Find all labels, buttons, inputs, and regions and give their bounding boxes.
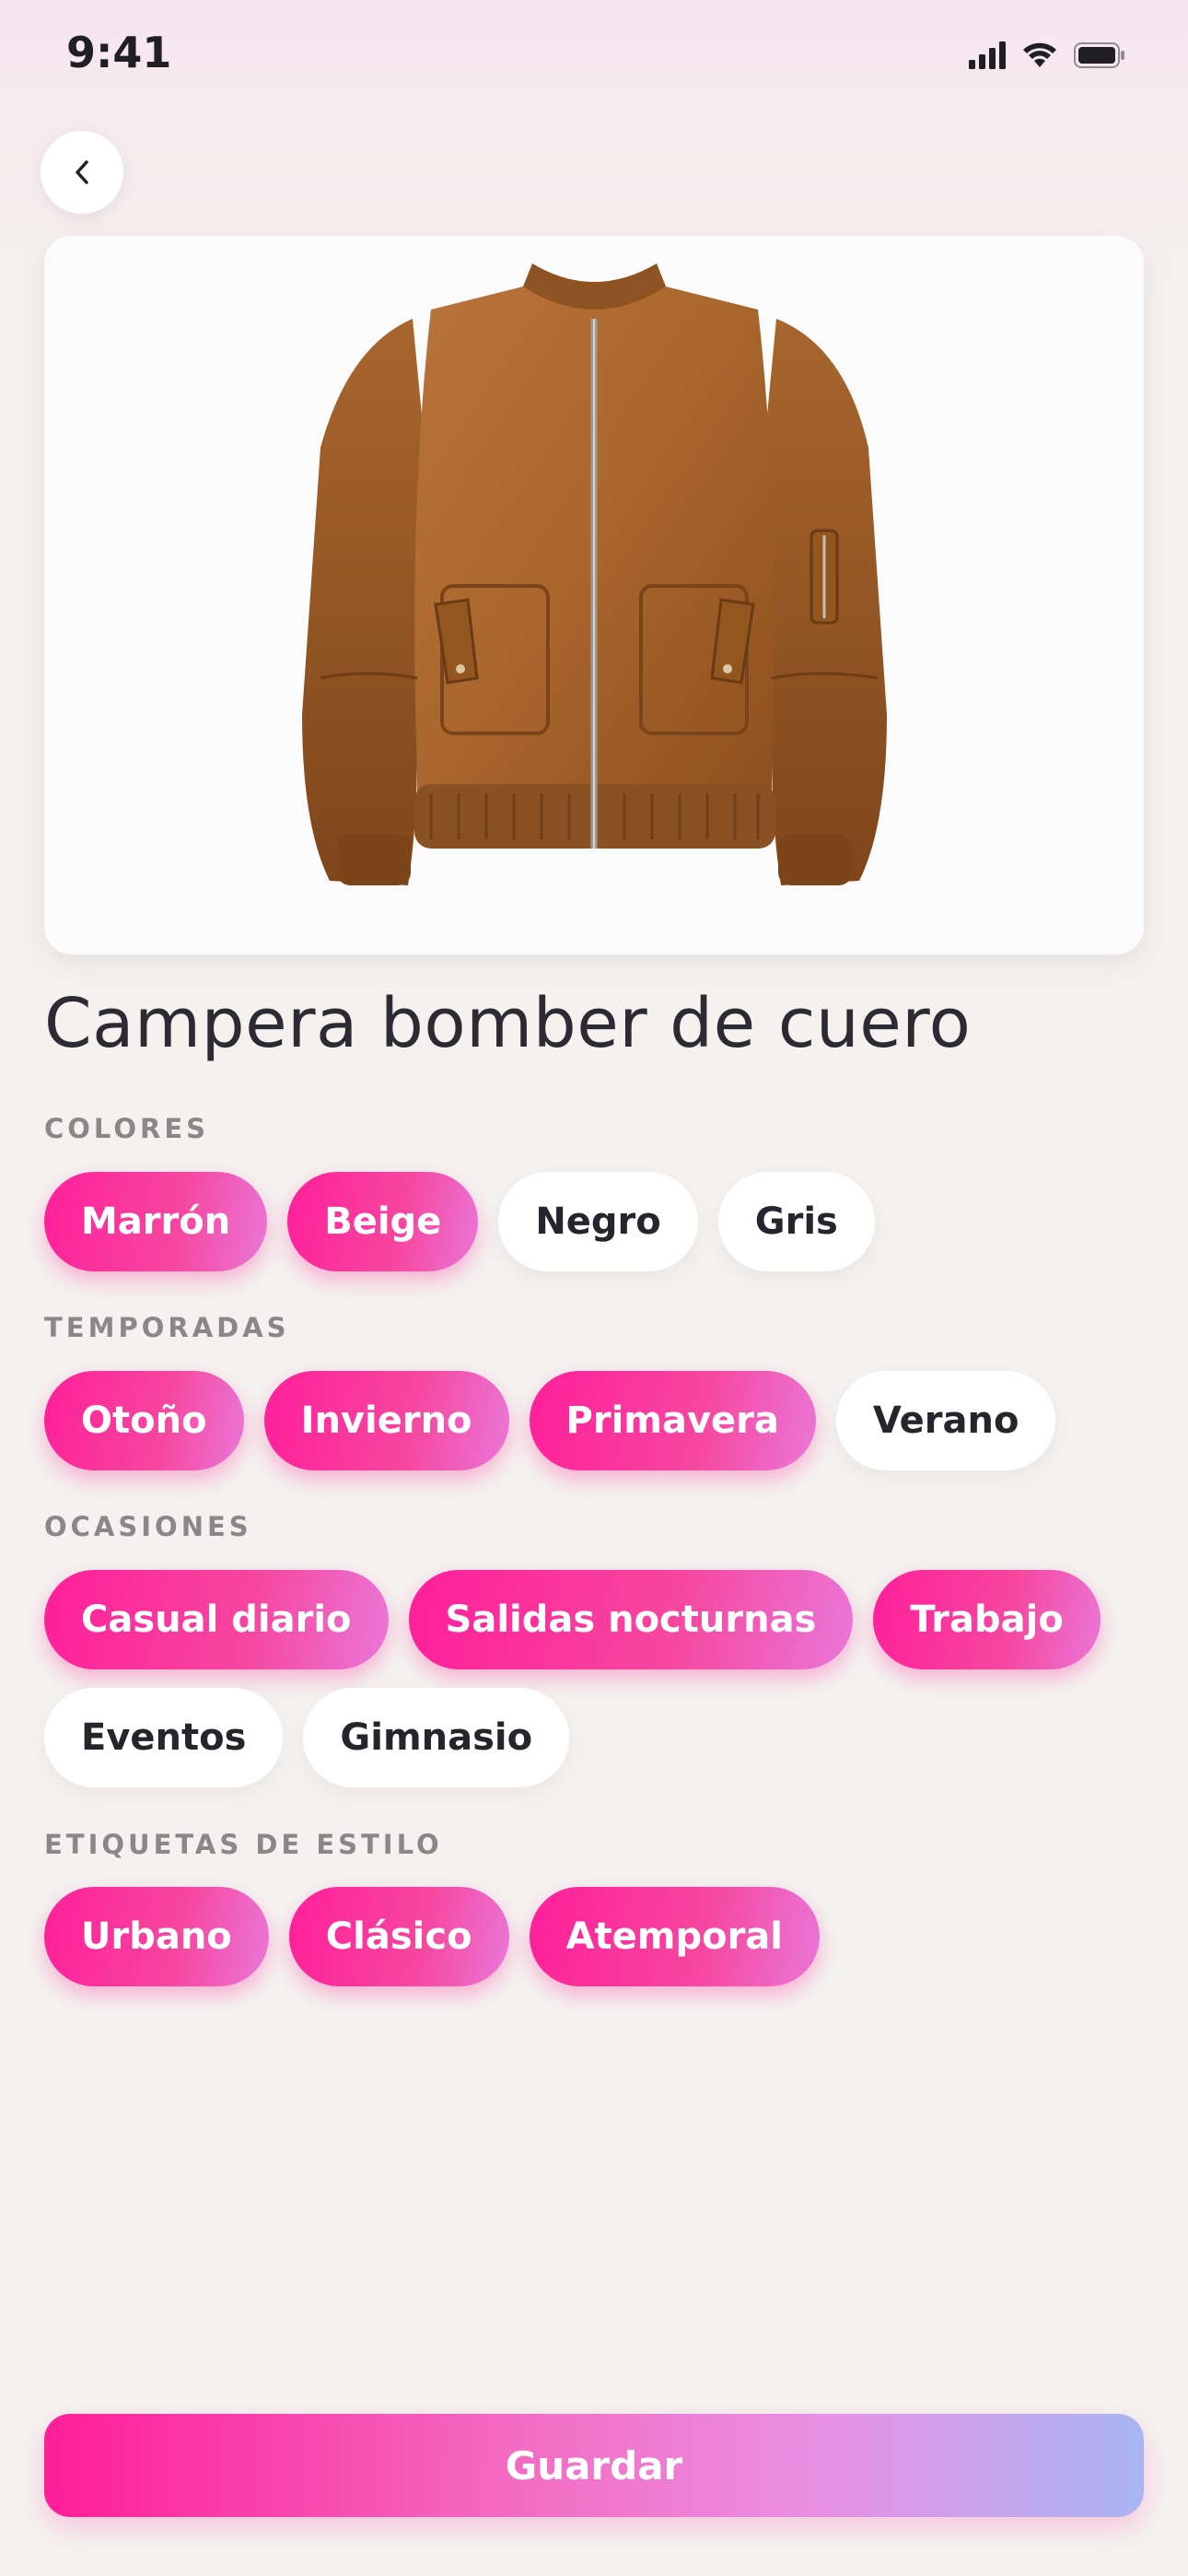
seasons-section-label: TEMPORADAS — [44, 1312, 290, 1343]
occasions-section-label: OCASIONES — [44, 1511, 252, 1542]
cellular-signal-icon — [969, 41, 1006, 69]
occasions-chip-row-1: Casual diario Salidas nocturnas Trabajo — [44, 1570, 1101, 1669]
chip-color-negro[interactable]: Negro — [498, 1172, 698, 1271]
chevron-left-icon — [76, 160, 88, 184]
chip-style-clasico[interactable]: Clásico — [288, 1887, 509, 1986]
chip-occasion-salidas-nocturnas[interactable]: Salidas nocturnas — [408, 1570, 854, 1669]
item-image-card — [44, 236, 1144, 954]
chip-style-atemporal[interactable]: Atemporal — [529, 1887, 821, 1986]
chip-season-otono[interactable]: Otoño — [44, 1371, 244, 1470]
chip-color-marron[interactable]: Marrón — [44, 1172, 268, 1271]
style-tags-section-label: ETIQUETAS DE ESTILO — [44, 1829, 443, 1860]
chip-season-verano[interactable]: Verano — [835, 1371, 1056, 1470]
item-title: Campera bomber de cuero — [44, 984, 972, 1063]
chip-occasion-trabajo[interactable]: Trabajo — [873, 1570, 1101, 1669]
chip-occasion-casual-diario[interactable]: Casual diario — [44, 1570, 389, 1669]
seasons-chip-row: Otoño Invierno Primavera Verano — [44, 1371, 1056, 1470]
occasions-chip-row-2: Eventos Gimnasio — [44, 1688, 570, 1787]
battery-icon — [1074, 42, 1124, 68]
status-bar: 9:41 — [0, 0, 1188, 111]
status-icons — [969, 37, 1125, 74]
chip-season-invierno[interactable]: Invierno — [263, 1371, 509, 1470]
chip-occasion-eventos[interactable]: Eventos — [44, 1688, 284, 1787]
chip-color-beige[interactable]: Beige — [287, 1172, 479, 1271]
chip-occasion-gimnasio[interactable]: Gimnasio — [303, 1688, 570, 1787]
back-button[interactable] — [41, 131, 123, 214]
chip-color-gris[interactable]: Gris — [717, 1172, 875, 1271]
save-button[interactable]: Guardar — [44, 2414, 1144, 2517]
style-tags-chip-row: Urbano Clásico Atemporal — [44, 1887, 821, 1986]
colors-section-label: COLORES — [44, 1113, 210, 1144]
jacket-image — [302, 263, 887, 885]
colors-chip-row: Marrón Beige Negro Gris — [44, 1172, 875, 1271]
status-time: 9:41 — [66, 28, 172, 77]
chip-style-urbano[interactable]: Urbano — [44, 1887, 269, 1986]
chip-season-primavera[interactable]: Primavera — [529, 1371, 816, 1470]
wifi-icon — [1023, 42, 1056, 67]
